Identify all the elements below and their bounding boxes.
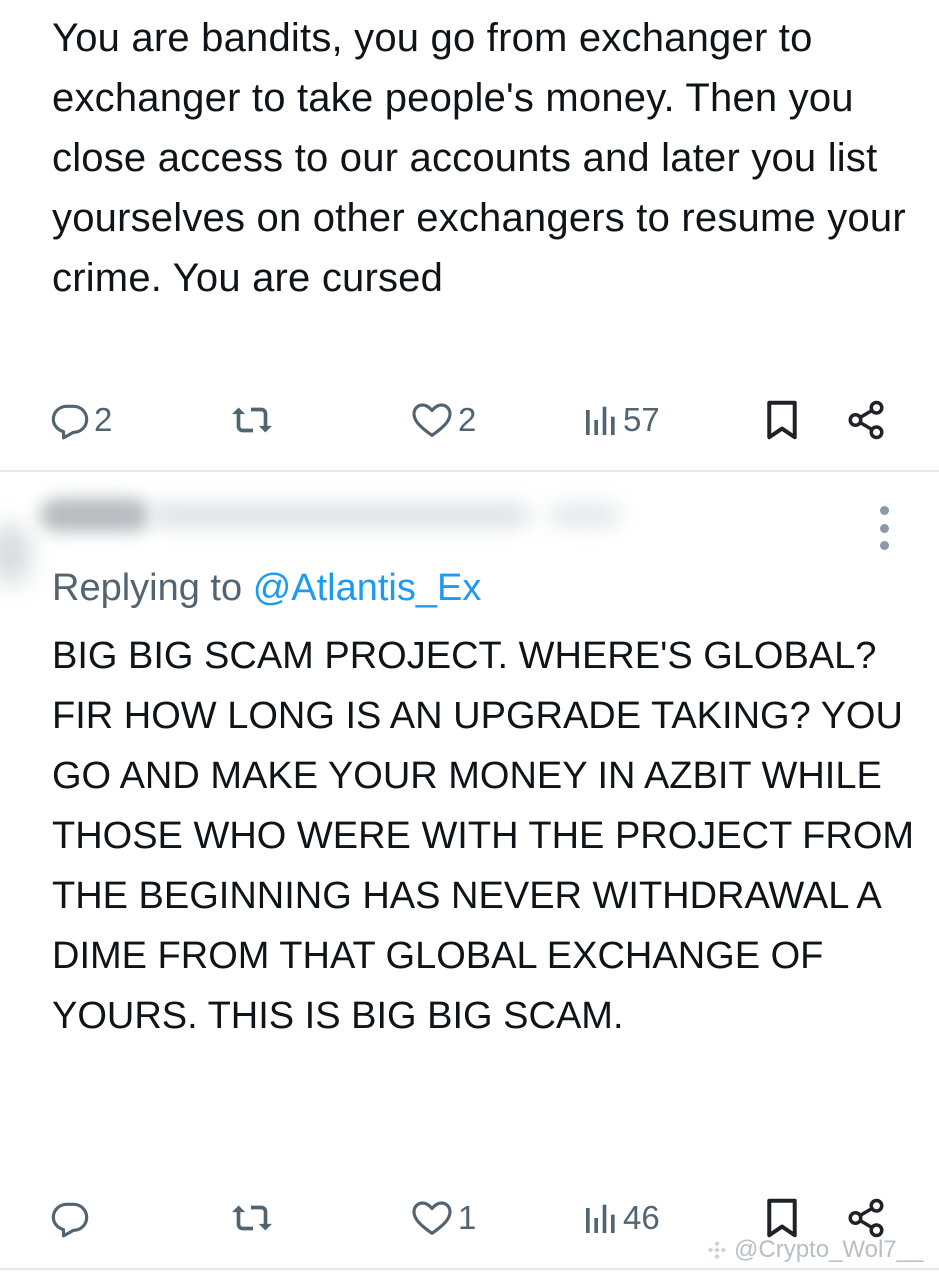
share-icon bbox=[848, 1198, 884, 1238]
retweet-icon bbox=[232, 1205, 272, 1231]
watermark-logo-icon bbox=[707, 1240, 727, 1260]
retweet-button[interactable] bbox=[228, 390, 280, 450]
share-button[interactable] bbox=[845, 390, 887, 450]
replying-to: Replying to @Atlantis_Ex bbox=[52, 560, 481, 616]
bookmark-icon bbox=[767, 1198, 797, 1238]
divider bbox=[0, 1268, 939, 1270]
bookmark-button[interactable] bbox=[762, 390, 802, 450]
views-count: 57 bbox=[623, 401, 660, 438]
reply-count: 2 bbox=[94, 401, 113, 438]
like-button[interactable]: 1 bbox=[410, 1188, 476, 1248]
views-button[interactable]: 46 bbox=[583, 1188, 660, 1248]
reply-button[interactable]: 2 bbox=[50, 390, 112, 450]
tweet-text: BIG BIG SCAM PROJECT. WHERE'S GLOBAL? FI… bbox=[52, 635, 915, 1037]
tweet-text: You are bandits, you go from exchanger t… bbox=[52, 16, 906, 300]
more-icon[interactable] bbox=[874, 506, 894, 550]
like-count: 1 bbox=[458, 1199, 477, 1236]
reply-button[interactable] bbox=[50, 1188, 94, 1248]
share-icon bbox=[848, 400, 884, 440]
blurred-user-header bbox=[0, 490, 660, 584]
divider bbox=[0, 470, 939, 472]
watermark: @Crypto_Wol7__ bbox=[706, 1236, 923, 1264]
replying-handle-link[interactable]: @Atlantis_Ex bbox=[253, 567, 482, 609]
views-icon bbox=[586, 1204, 615, 1233]
views-button[interactable]: 57 bbox=[583, 390, 660, 450]
tweet-thread: You are bandits, you go from exchanger t… bbox=[0, 0, 939, 1272]
watermark-text: @Crypto_Wol7__ bbox=[734, 1236, 924, 1263]
reply-icon bbox=[51, 1202, 89, 1238]
views-count: 46 bbox=[623, 1199, 660, 1236]
retweet-icon bbox=[232, 407, 272, 433]
like-button[interactable]: 2 bbox=[410, 390, 476, 450]
heart-icon bbox=[412, 1201, 452, 1235]
heart-icon bbox=[412, 403, 452, 437]
bookmark-icon bbox=[767, 400, 797, 440]
views-icon bbox=[586, 406, 615, 435]
reply-icon bbox=[51, 404, 89, 440]
like-count: 2 bbox=[458, 401, 477, 438]
tweet-action-bar: 2 2 57 bbox=[0, 390, 939, 450]
replying-prefix: Replying to bbox=[52, 567, 243, 609]
retweet-button[interactable] bbox=[228, 1188, 280, 1248]
